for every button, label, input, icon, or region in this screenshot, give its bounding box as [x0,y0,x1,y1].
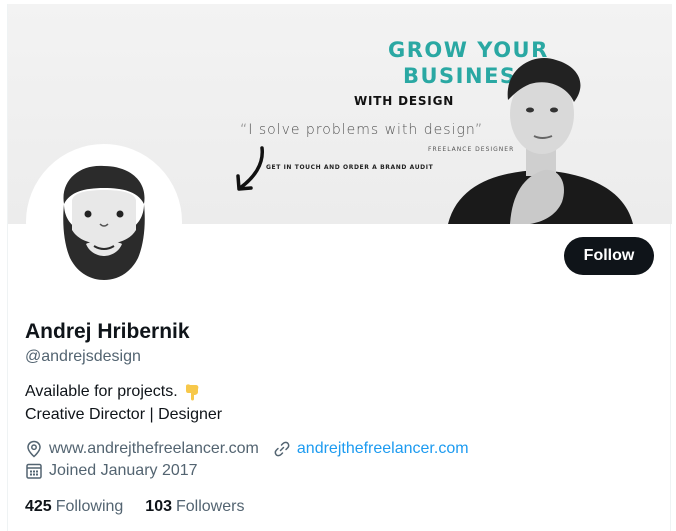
point-down-hand-icon [185,384,199,401]
profile-card: GROW YOUR BUSINESS WITH DESIGN “I solve … [7,4,672,531]
profile-location: www.andrejthefreelancer.com [49,440,259,457]
profile-meta-row: www.andrejthefreelancer.com andrejthefre… [25,440,469,458]
following-link[interactable]: 425 Following [25,498,123,516]
avatar-bearded-face-icon [63,165,145,280]
profile-stats: 425 Following 103 Followers [25,498,266,516]
followers-link[interactable]: 103 Followers [145,498,244,516]
profile-bio-line-1: Available for projects. [25,383,200,401]
following-label: Following [55,498,124,515]
follow-button[interactable]: Follow [564,237,654,275]
banner-arrow-icon [236,146,264,191]
banner-person-photo [448,57,633,224]
profile-name: Andrej Hribernik [25,320,190,343]
location-pin-icon [25,440,43,458]
followers-count: 103 [145,498,172,515]
profile-joined-date: Joined January 2017 [49,462,198,479]
followers-label: Followers [176,498,245,515]
profile-joined-row: Joined January 2017 [25,462,198,480]
profile-website-link[interactable]: andrejthefreelancer.com [297,440,469,458]
bio-text-1: Available for projects. [25,383,178,400]
profile-avatar[interactable] [26,144,182,300]
profile-bio-line-2: Creative Director | Designer [25,406,223,423]
following-count: 425 [25,498,52,515]
link-icon [273,440,291,458]
profile-handle: @andrejsdesign [25,348,141,365]
banner-cta: GET IN TOUCH AND ORDER A BRAND AUDIT [266,164,434,171]
calendar-icon [25,462,43,480]
